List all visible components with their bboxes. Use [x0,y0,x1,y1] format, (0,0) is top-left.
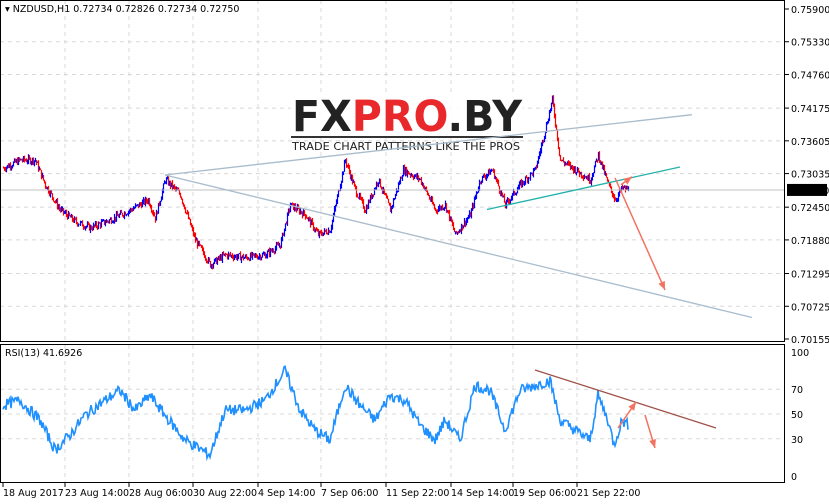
x-tick-label: 30 Aug 22:00 [193,488,257,499]
x-tick-label: 4 Sep 14:00 [258,488,315,499]
x-tick-label: 18 Aug 2017 [3,488,64,499]
svg-text:TRADE CHART PATTERNS LIKE THE: TRADE CHART PATTERNS LIKE THE PROS [291,140,520,153]
y-tick-label: 0.70155 [791,335,829,346]
y-tick-label: 0.74760 [791,70,829,81]
symbol-header[interactable]: ▾ NZDUSD,H1 0.72734 0.72826 0.72734 0.72… [5,4,239,15]
chart-window: FXPRO.BY TRADE CHART PATTERNS LIKE THE P… [0,0,829,504]
y-tick-label: 0.75330 [791,38,829,49]
x-tick-label: 14 Sep 14:00 [451,488,514,499]
grid [0,0,785,482]
x-tick-label: 11 Sep 22:00 [386,488,449,499]
y-tick-label: 0.71880 [791,236,829,247]
chart-canvas[interactable]: FXPRO.BY TRADE CHART PATTERNS LIKE THE P… [0,0,829,504]
rsi-chart [2,364,717,462]
rsi-tick-label: 70 [791,385,803,396]
svg-text:FXPRO.BY: FXPRO.BY [292,92,523,142]
x-tick-label: 7 Sep 06:00 [321,488,378,499]
rsi-header: RSI(13) 41.6926 [5,348,82,359]
rsi-arrow-down-head [649,439,656,448]
arrow-up-head [623,176,632,185]
y-tick-label: 0.75900 [791,5,829,16]
x-tick-label: 23 Aug 14:00 [65,488,129,499]
rsi-arrow-up-head [628,401,636,411]
y-tick-label: 0.72450 [791,203,829,214]
watermark-logo: FXPRO.BY TRADE CHART PATTERNS LIKE THE P… [291,92,523,153]
x-tick-label: 19 Sep 06:00 [513,488,576,499]
y-tick-label: 0.70725 [791,302,829,313]
y-tick-label: 0.71295 [791,270,829,281]
rsi-tick-label: 30 [791,435,803,446]
y-tick-label: 0.73605 [791,137,829,148]
rsi-line [2,364,629,462]
x-tick-label: 28 Aug 06:00 [129,488,193,499]
rsi-tick-label: 50 [791,410,803,421]
rsi-tick-label: 100 [791,348,809,359]
y-tick-label: 0.74175 [791,104,829,115]
price-frame [0,0,785,342]
y-tick-label: 0.73035 [791,170,829,181]
rsi-tick-label: 0 [791,472,797,483]
rsi-trend-line [534,369,717,429]
current-price-label: 0.72750 [790,186,829,197]
x-tick-label: 21 Sep 22:00 [577,488,640,499]
wedge-lower-line [164,174,753,319]
